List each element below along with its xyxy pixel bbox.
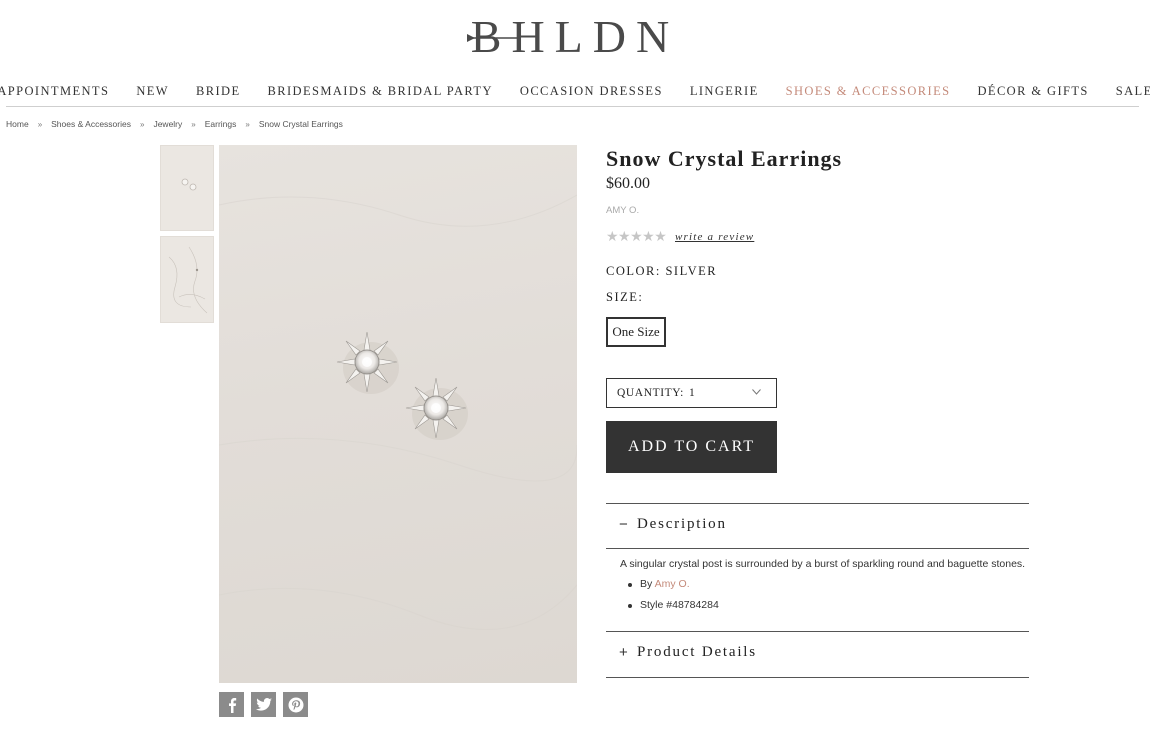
earrings-photo [219,194,577,631]
twitter-share-button[interactable] [251,692,276,717]
pinterest-share-button[interactable] [283,692,308,717]
description-title: Description [637,516,727,532]
chevron-down-icon [752,389,761,395]
add-to-cart-button[interactable]: ADD TO CART [606,421,777,473]
description-list: By Amy O. Style #48784284 [628,578,719,620]
nav-item-decor-gifts[interactable]: DÉCOR & GIFTS [964,84,1102,99]
nav-item-sale[interactable]: SALE [1102,84,1150,99]
breadcrumb-jewelry[interactable]: Jewelry [153,119,182,129]
description-text: A singular crystal post is surrounded by… [620,558,1026,570]
nav-item-bride[interactable]: BRIDE [183,84,255,99]
logo-arrow-icon [466,34,517,42]
rating-stars: ★★★★★ [606,230,667,245]
by-prefix: By [640,578,653,590]
product-title: Snow Crystal Earrings [606,146,843,171]
nav-item-occasion-dresses[interactable]: OCCASION DRESSES [506,84,676,99]
breadcrumb-separator: » [140,119,145,129]
quantity-label: QUANTITY: [617,387,684,399]
style-number: Style #48784284 [640,598,719,611]
nav-divider [6,106,1139,107]
product-details-title: Product Details [637,644,757,660]
product-main-image[interactable] [219,145,577,683]
collapse-icon: − [619,516,630,533]
breadcrumb-separator: » [191,119,196,129]
nav-item-lingerie[interactable]: LINGERIE [676,84,772,99]
list-item: Style #48784284 [628,598,719,620]
packaging-thumbnail-image [168,246,208,314]
social-share [219,692,308,717]
breadcrumb: Home » Shoes & Accessories » Jewelry » E… [6,119,343,129]
product-price: $60.00 [606,175,650,192]
breadcrumb-separator: » [245,119,250,129]
designer-link[interactable]: AMY O. [606,205,639,216]
color-label: COLOR: SILVER [606,264,718,278]
product-thumbnail-1[interactable] [160,145,214,231]
accordion-divider [606,503,1029,504]
nav-item-shoes-accessories[interactable]: SHOES & ACCESSORIES [772,84,964,99]
earrings-thumbnail-image [181,178,197,191]
product-details-accordion-header[interactable]: + Product Details [606,644,1029,661]
breadcrumb-separator: » [37,119,43,129]
description-accordion-header[interactable]: − Description [606,516,1029,533]
list-item: By Amy O. [628,578,719,599]
nav-item-bridesmaids[interactable]: BRIDESMAIDS & BRIDAL PARTY [254,84,506,99]
quantity-select[interactable]: QUANTITY: 1 [606,378,777,408]
nav-item-appointments[interactable]: APPOINTMENTS [0,84,123,99]
accordion-divider [606,631,1029,632]
twitter-icon [255,698,272,711]
quantity-value: 1 [688,387,696,399]
designer-name-link[interactable]: Amy O. [655,578,690,590]
accordion-divider [606,677,1029,678]
breadcrumb-earrings[interactable]: Earrings [205,119,237,129]
product-thumbnail-2[interactable] [160,236,214,323]
size-label: SIZE: [606,290,644,304]
breadcrumb-shoes-accessories[interactable]: Shoes & Accessories [51,119,131,129]
nav-item-new[interactable]: NEW [123,84,183,99]
breadcrumb-current: Snow Crystal Earrings [258,119,343,129]
size-option-one-size[interactable]: One Size [606,317,666,347]
site-logo[interactable]: BHLDN [0,14,1150,60]
pinterest-icon [288,697,303,712]
facebook-share-button[interactable] [219,692,244,717]
main-nav: APPOINTMENTS NEW BRIDE BRIDESMAIDS & BRI… [0,84,1150,99]
write-review-link[interactable]: write a review [675,231,754,243]
expand-icon: + [619,644,630,661]
breadcrumb-home[interactable]: Home [6,119,29,129]
accordion-divider [606,548,1029,549]
facebook-icon [228,697,236,713]
